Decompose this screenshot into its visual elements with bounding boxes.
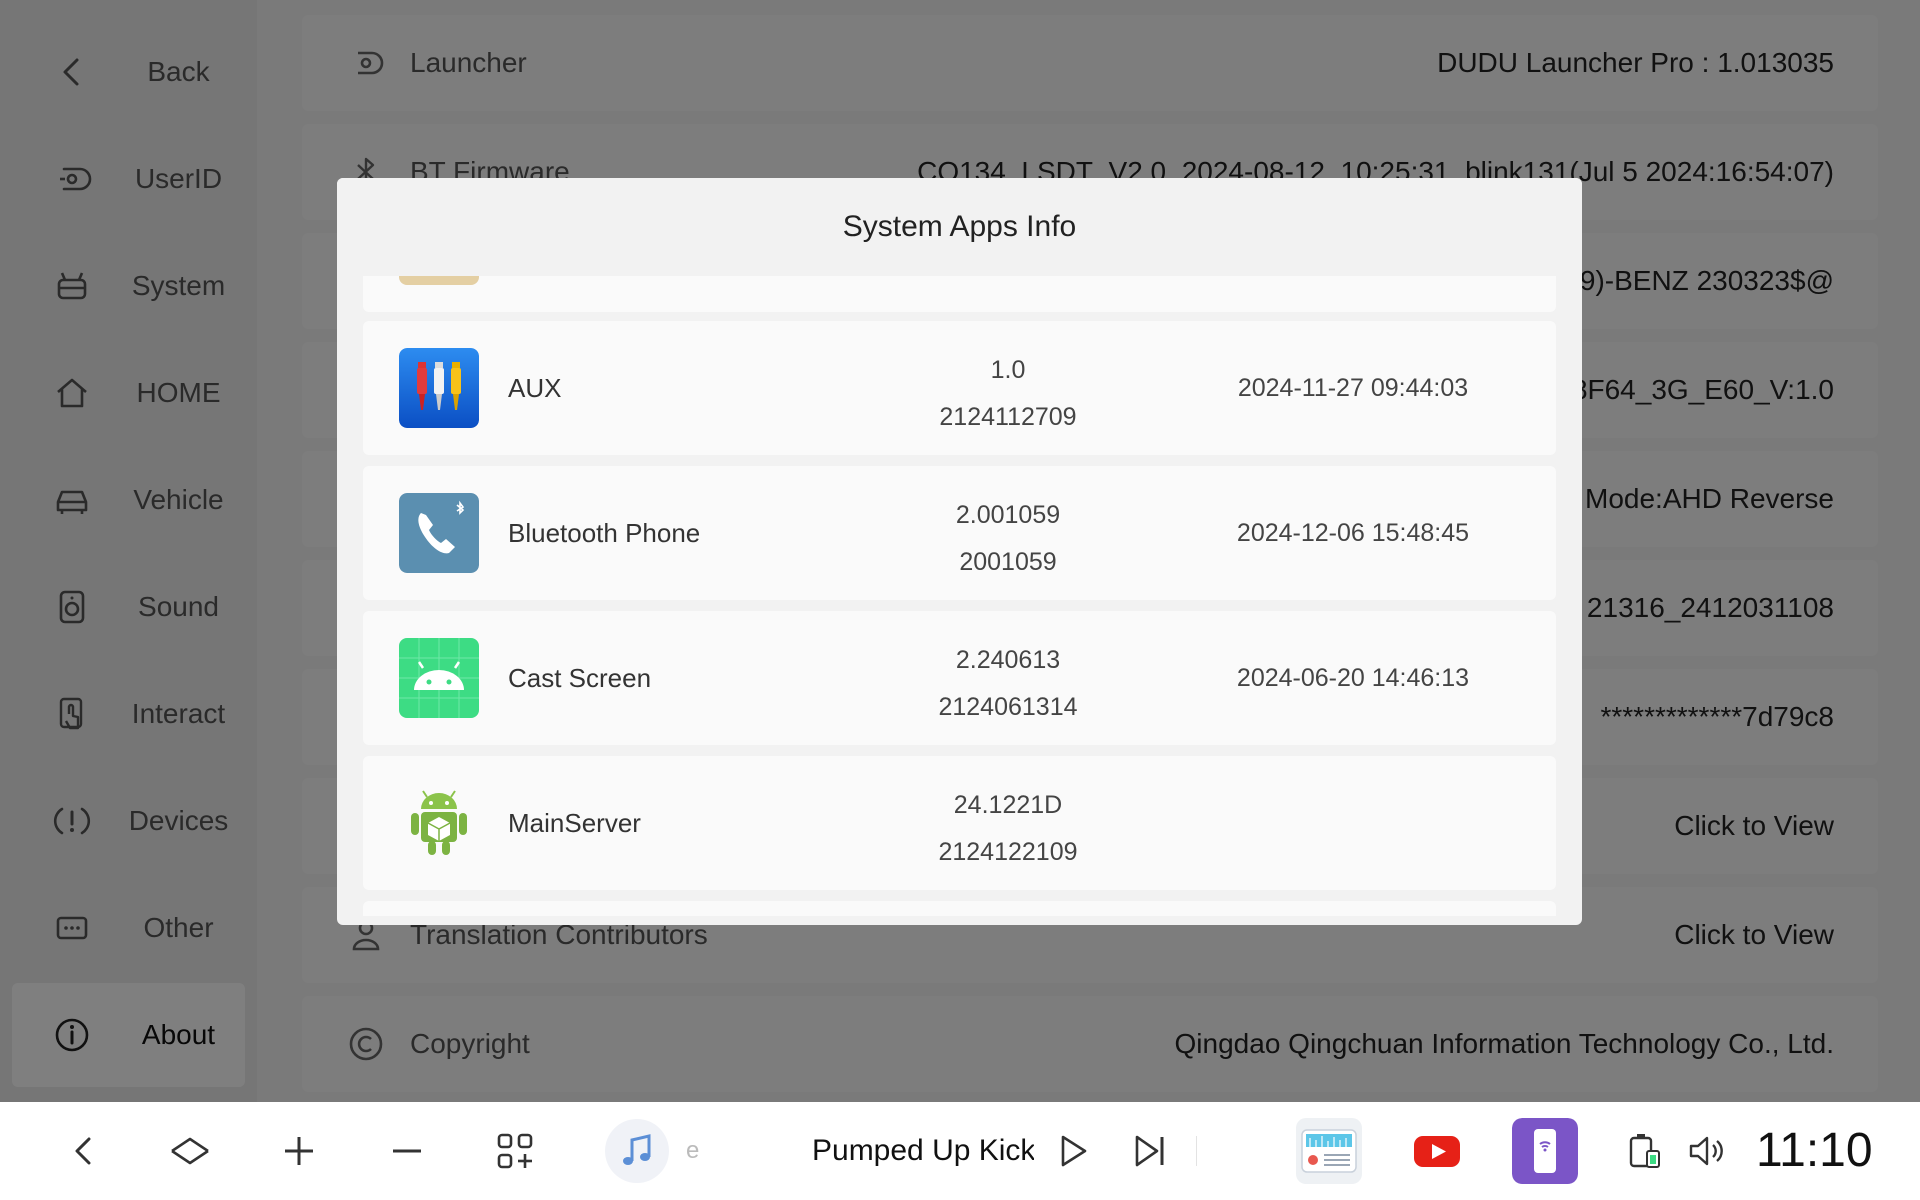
app-version-code: 2124122107 [893, 276, 1123, 285]
apps-list[interactable]: 2124122107 AUX 1.0 2124112709 2024-11-27… [363, 276, 1556, 916]
version-name: 2.001059 [955, 501, 1061, 529]
play-icon [1061, 1135, 1087, 1167]
app-name: MainServer [508, 808, 641, 838]
plus-icon [285, 1137, 313, 1165]
phone-link-app-button[interactable] [1512, 1118, 1578, 1184]
nav-home-button[interactable] [165, 1126, 215, 1176]
phone-link-icon [1512, 1118, 1578, 1184]
version-code: 2124112709 [939, 403, 1077, 431]
app-name: Bluetooth Phone [508, 518, 701, 548]
app-name: Cast Screen [508, 663, 652, 693]
app-version: 1.0 2124112709 [893, 347, 1123, 441]
app-row-partial[interactable] [363, 901, 1556, 916]
song-title: Pumped Up Kicks [812, 1134, 1034, 1167]
next-track-button[interactable] [1125, 1126, 1175, 1176]
version-name: 24.1221D [953, 791, 1063, 819]
radio-icon [1296, 1118, 1362, 1184]
app-row-mainserver[interactable]: MainServer 24.1221D 2124122109 [363, 756, 1556, 890]
youtube-icon [1404, 1118, 1470, 1184]
clock: 11:10 [1756, 1124, 1873, 1177]
nav-back-button[interactable] [59, 1126, 109, 1176]
music-cover[interactable] [605, 1119, 669, 1183]
version-code: 2124061314 [938, 693, 1078, 721]
play-button[interactable] [1048, 1126, 1098, 1176]
dialog-title: System Apps Info [337, 178, 1582, 276]
aux-cables-icon [399, 348, 479, 428]
version-name: 1.0 [990, 356, 1026, 384]
minus-icon [393, 1149, 421, 1153]
app-date: 2024-06-20 14:46:13 [1236, 664, 1470, 692]
app-row-cast-screen[interactable]: Cast Screen 2.240613 2124061314 2024-06-… [363, 611, 1556, 745]
youtube-app-button[interactable] [1404, 1118, 1470, 1184]
app-version: 2.001059 2001059 [893, 492, 1123, 586]
battery-status-button[interactable] [1620, 1126, 1670, 1176]
app-date: 2024-12-06 15:48:45 [1236, 519, 1470, 547]
chevron-left-icon [75, 1137, 91, 1165]
apps-grid-icon [497, 1133, 533, 1169]
app-row-partial[interactable]: 2124122107 [363, 276, 1556, 312]
app-version: 2.240613 2124061314 [893, 637, 1123, 731]
app-date: 2024-11-27 09:44:03 [1237, 374, 1469, 402]
app-name: AUX [508, 373, 562, 403]
android-robot-icon [399, 783, 479, 863]
battery-icon [1629, 1134, 1660, 1168]
skip-next-icon [1135, 1135, 1164, 1167]
song-artist-fragment: e [686, 1137, 700, 1164]
music-note-icon [623, 1134, 651, 1165]
app-icon [399, 276, 479, 285]
divider [1196, 1136, 1197, 1166]
bottom-bar: e Pumped Up Kicks 11:10 [0, 1102, 1920, 1200]
app-version: 24.1221D 2124122109 [893, 782, 1123, 876]
apps-button[interactable] [490, 1126, 540, 1176]
speaker-icon [1689, 1136, 1723, 1166]
app-row-bluetooth-phone[interactable]: Bluetooth Phone 2.001059 2001059 2024-12… [363, 466, 1556, 600]
app-date [1203, 756, 1503, 890]
bluetooth-phone-icon [399, 493, 479, 573]
radio-app-button[interactable] [1296, 1118, 1362, 1184]
system-apps-dialog: System Apps Info 2124122107 AUX 1.0 2124… [337, 178, 1582, 925]
volume-up-button[interactable] [274, 1126, 324, 1176]
version-code: 2001059 [959, 548, 1057, 576]
version-code: 2124122109 [938, 838, 1078, 866]
home-outline-icon [171, 1137, 209, 1165]
volume-button[interactable] [1682, 1126, 1732, 1176]
volume-down-button[interactable] [382, 1126, 432, 1176]
app-row-aux[interactable]: AUX 1.0 2124112709 2024-11-27 09:44:03 [363, 321, 1556, 455]
android-cast-icon [399, 638, 479, 718]
version-name: 2.240613 [955, 646, 1061, 674]
